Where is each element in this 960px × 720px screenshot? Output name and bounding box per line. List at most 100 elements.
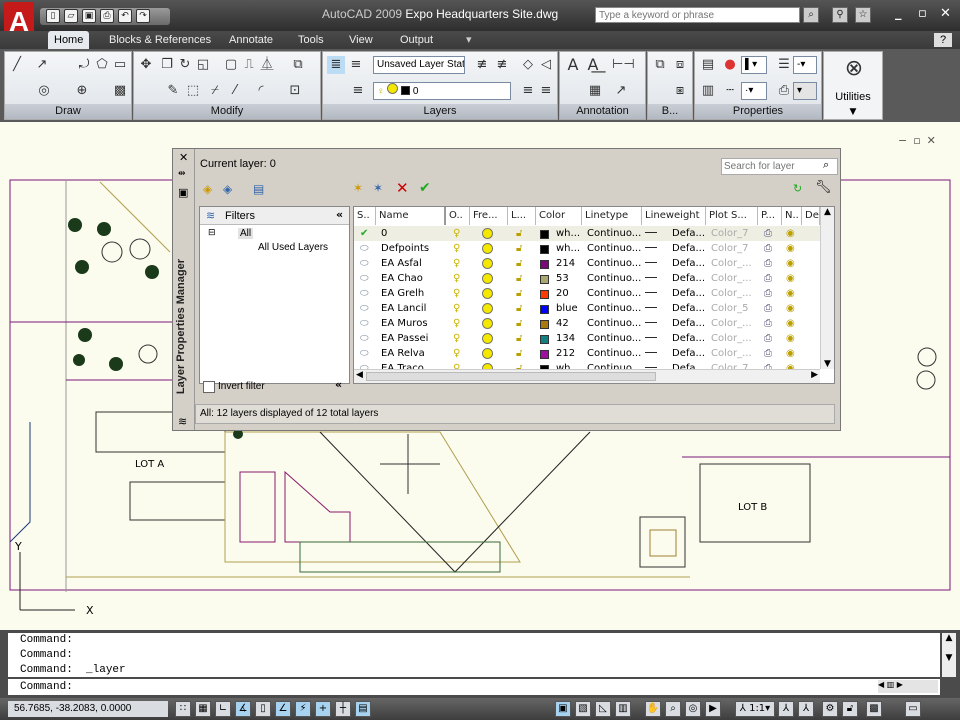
move-icon[interactable]: ✥	[137, 56, 155, 74]
layer-name[interactable]: EA Chao	[381, 271, 423, 286]
search-layer-input[interactable]	[721, 158, 838, 175]
layer-linetype[interactable]: Continuo...	[587, 331, 641, 346]
vertical-scrollbar[interactable]: ▲ ▼	[820, 207, 834, 369]
layer-color[interactable]: 214	[556, 256, 575, 271]
layer-row[interactable]: ⬭ EA Passei ♀ 🔓︎ 134 Continuo... ── Defa... Colo…	[354, 331, 820, 346]
trim-icon[interactable]: ⌿	[206, 82, 224, 100]
search-icon[interactable]: ⌕	[803, 7, 819, 23]
set-current-icon[interactable]: ✔	[419, 180, 431, 196]
new-vp-freeze-icon[interactable]: ◉	[786, 286, 795, 301]
annotation-panel-label[interactable]: Annotation	[560, 104, 645, 119]
layer-color[interactable]: 42	[556, 316, 569, 331]
column-plot[interactable]: P...	[758, 207, 782, 225]
printer-icon[interactable]: ⎙	[764, 331, 772, 346]
layer-name[interactable]: EA Asfal	[381, 256, 422, 271]
layer-properties-icon[interactable]: ≣	[327, 56, 345, 74]
lightbulb-on-icon[interactable]: ♀	[453, 241, 460, 256]
plot-style-icon[interactable]: ⎙	[775, 82, 793, 100]
dyn-icon[interactable]: +	[315, 701, 331, 717]
layer-linetype[interactable]: Continuo...	[587, 226, 641, 241]
lightbulb-on-icon[interactable]: ♀	[453, 271, 460, 286]
layer-linetype[interactable]: Continuo...	[587, 301, 641, 316]
column-lock[interactable]: L...	[508, 207, 536, 225]
command-scrollbar[interactable]: ▲ ▼	[942, 633, 956, 677]
lightbulb-on-icon[interactable]: ♀	[453, 226, 460, 241]
linetype-dropdown[interactable]: ·▾	[741, 82, 767, 100]
lineweight-toggle-icon[interactable]: ┼	[335, 701, 351, 717]
line-icon[interactable]: ╱	[8, 56, 26, 74]
column-color[interactable]: Color	[536, 207, 582, 225]
layer-name[interactable]: EA Relva	[381, 346, 425, 361]
command-hscroll[interactable]: ◀ ▥ ▶	[878, 680, 938, 693]
explode-icon[interactable]: ⬚	[184, 82, 202, 100]
layer-color[interactable]: wh...	[556, 241, 580, 256]
column-status[interactable]: S..	[354, 207, 376, 225]
zoom-icon[interactable]: ⌕	[665, 701, 681, 717]
current-layer-dropdown[interactable]: ♀ 0	[373, 82, 511, 100]
unlock-icon[interactable]: 🔓︎	[516, 286, 522, 301]
match-properties-icon[interactable]: ▤	[699, 56, 717, 74]
ducs-icon[interactable]: ⚡	[295, 701, 311, 717]
stretch-icon[interactable]: ⎍	[240, 56, 258, 74]
layout2-icon[interactable]: ◺	[595, 701, 611, 717]
snap-icon[interactable]: ∷	[175, 701, 191, 717]
grid-icon[interactable]: ▦	[195, 701, 211, 717]
collapse-filters-icon[interactable]: «	[336, 208, 343, 221]
printer-icon[interactable]: ⎙	[764, 241, 772, 256]
tab-view[interactable]: View	[343, 31, 379, 49]
layer-lineweight[interactable]: Defa...	[672, 331, 705, 346]
refresh-icon[interactable]: ↻	[793, 182, 802, 195]
offset-icon[interactable]: ▢	[222, 56, 240, 74]
undo-icon[interactable]: ↶	[118, 9, 132, 23]
layers-panel-label[interactable]: Layers	[323, 104, 557, 119]
leader-icon[interactable]: ↗	[612, 82, 630, 100]
printer-icon[interactable]: ⎙	[764, 301, 772, 316]
layer-row[interactable]: ⬭ Defpoints ♀ 🔓︎ wh... Continuo... ── Defa... Co…	[354, 241, 820, 256]
layer-name[interactable]: EA Muros	[381, 316, 428, 331]
layer-row[interactable]: ⬭ EA Muros ♀ 🔓︎ 42 Continuo... ── Defa... Color_…	[354, 316, 820, 331]
unlock-icon[interactable]: 🔓︎	[516, 256, 522, 271]
layer-off-icon[interactable]: ◇	[519, 56, 537, 74]
layer-lineweight[interactable]: Defa...	[672, 346, 705, 361]
layout-icon[interactable]: ▧	[575, 701, 591, 717]
open-icon[interactable]: ▱	[64, 9, 78, 23]
printer-icon[interactable]: ⎙	[764, 226, 772, 241]
column-linetype[interactable]: Linetype	[582, 207, 642, 225]
properties-match-icon[interactable]: ⊡	[286, 82, 304, 100]
help-search-input[interactable]	[595, 7, 800, 23]
status-tray-icon[interactable]: ▩	[866, 701, 882, 717]
layer-lineweight[interactable]: Defa...	[672, 241, 705, 256]
layer-isolate-icon[interactable]: ≢	[473, 56, 491, 74]
ellipse-icon[interactable]: ⊕	[73, 82, 91, 100]
layer-linetype[interactable]: Continuo...	[587, 241, 641, 256]
printer-icon[interactable]: ⎙	[764, 316, 772, 331]
layer-lineweight[interactable]: Defa...	[672, 286, 705, 301]
layer-lineweight[interactable]: Defa...	[672, 256, 705, 271]
new-layer-vp-frozen-icon[interactable]: ✶	[373, 181, 383, 195]
unlock-icon[interactable]: 🔓︎	[516, 226, 522, 241]
ribbon-minimize-icon[interactable]: ▾	[460, 31, 478, 49]
new-vp-freeze-icon[interactable]: ◉	[786, 346, 795, 361]
layer-name[interactable]: EA Grelh	[381, 286, 424, 301]
create-block-icon[interactable]: ⧈	[671, 56, 689, 74]
layer-name[interactable]: EA Lancil	[381, 301, 426, 316]
scale-icon[interactable]: ◱	[194, 56, 212, 74]
column-new-vp-freeze[interactable]: N..	[782, 207, 802, 225]
layer-lineweight[interactable]: Defa...	[672, 226, 705, 241]
autoscale-icon[interactable]: ⅄	[798, 701, 814, 717]
lightbulb-on-icon[interactable]: ♀	[453, 286, 460, 301]
new-vp-freeze-icon[interactable]: ◉	[786, 271, 795, 286]
otrack-icon[interactable]: ∠	[275, 701, 291, 717]
edit-block-icon[interactable]: ⧆	[671, 82, 689, 100]
draw-panel-label[interactable]: Draw	[5, 104, 131, 119]
tab-home[interactable]: Home	[48, 31, 90, 49]
layer-freeze-icon[interactable]: ◁	[537, 56, 555, 74]
close-button[interactable]: ✕	[940, 6, 951, 21]
column-plot-style[interactable]: Plot S...	[706, 207, 758, 225]
tab-blocks-references[interactable]: Blocks & References	[103, 31, 217, 49]
maximize-button[interactable]: ▫	[918, 6, 927, 21]
layer-states-manager-icon[interactable]: ▤	[253, 182, 264, 196]
quick-properties-icon[interactable]: ▤	[355, 701, 371, 717]
layer-name[interactable]: Defpoints	[381, 241, 429, 256]
layer-linetype[interactable]: Continuo...	[587, 286, 641, 301]
